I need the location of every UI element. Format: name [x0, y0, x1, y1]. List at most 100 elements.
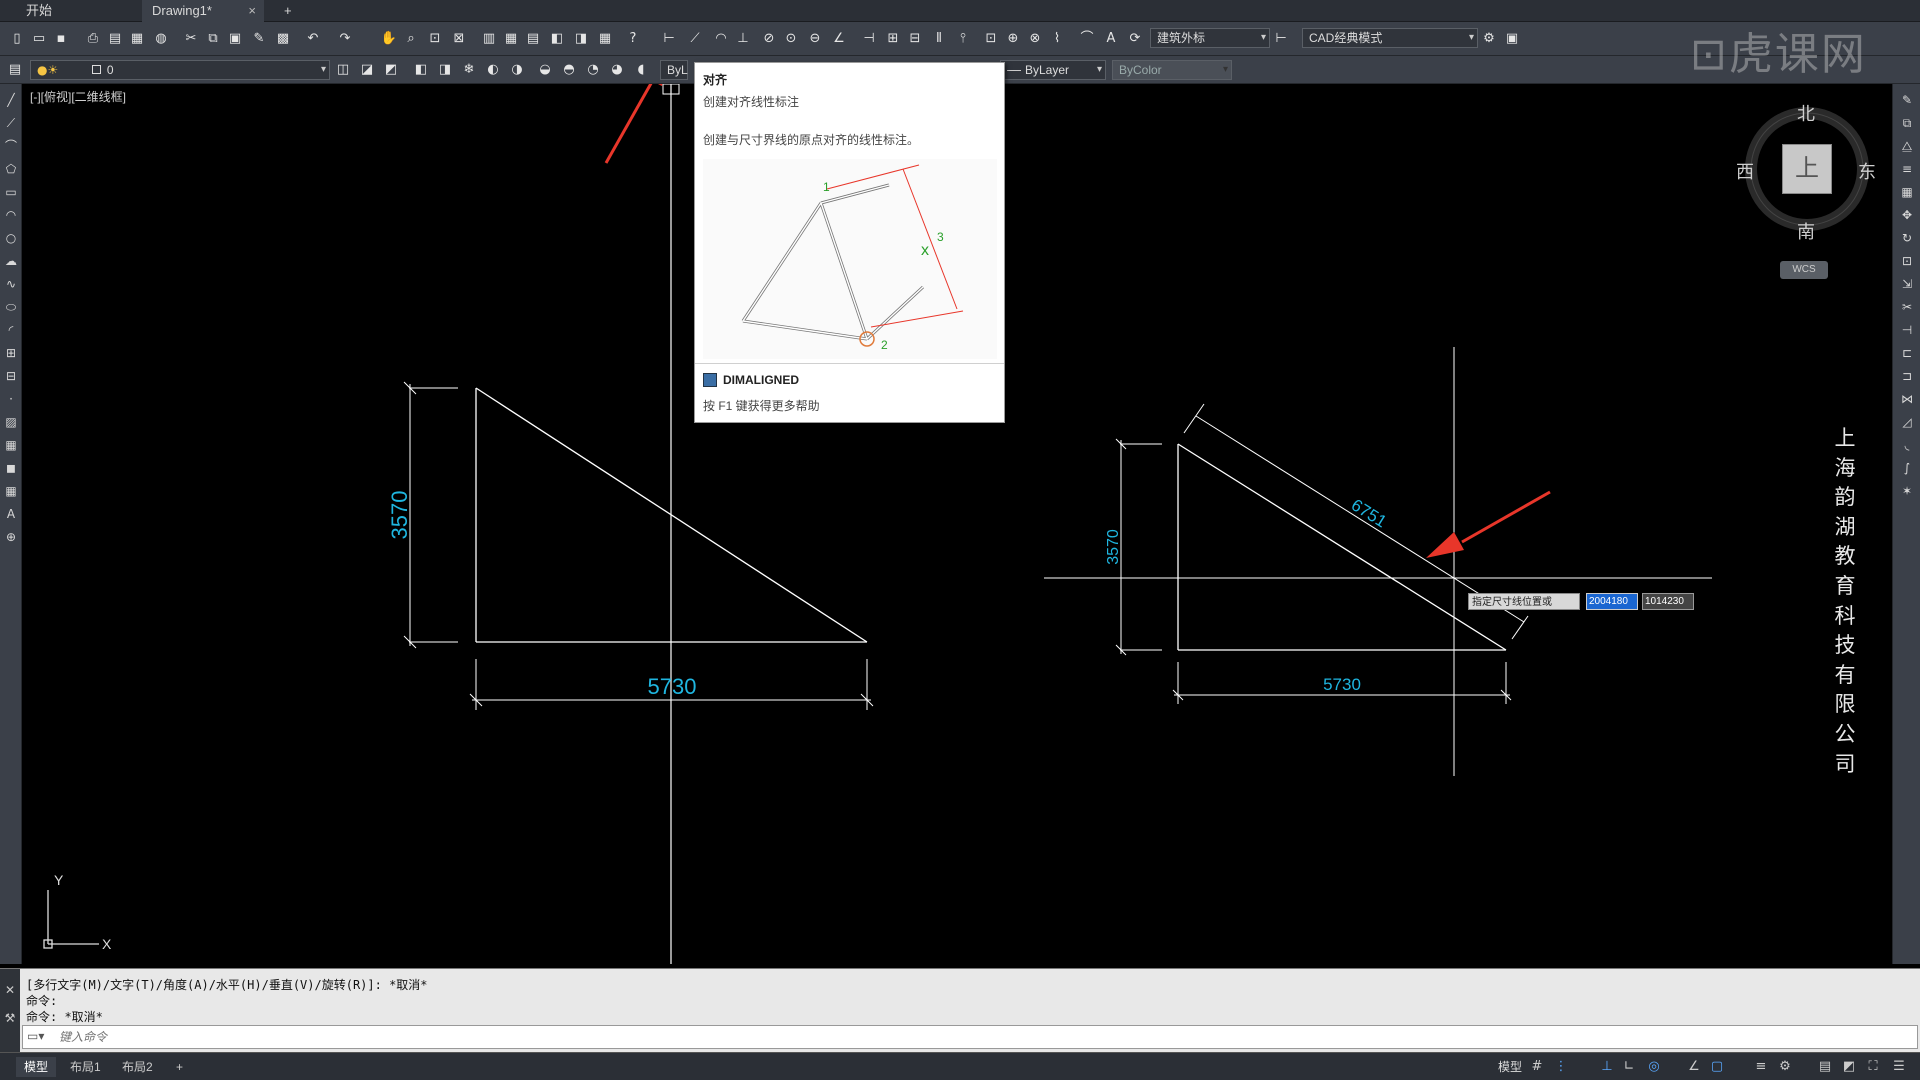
quick-dim-icon[interactable]: ⊣ — [860, 30, 878, 48]
color-combo[interactable]: ByL — [660, 60, 688, 80]
inspect-icon[interactable]: ⊗ — [1026, 30, 1044, 48]
insert-block-icon[interactable]: ⊞ — [3, 345, 19, 361]
zoom-previous-icon[interactable]: ⊠ — [450, 30, 468, 48]
ortho-icon[interactable]: ⊥ — [1598, 1058, 1616, 1076]
annotation-scale-icon[interactable]: ⚙ — [1776, 1058, 1794, 1076]
arc-icon[interactable]: ◠ — [3, 207, 19, 223]
dim-aligned-icon[interactable]: ⟋ — [686, 30, 704, 48]
new-file-icon[interactable]: ▯ — [8, 30, 26, 48]
lineweight-icon[interactable]: ≡ — [1752, 1058, 1770, 1076]
dim-ordinate-icon[interactable]: ⊥ — [734, 30, 752, 48]
dimstyle-combo[interactable]: 建筑外标 ▾ — [1150, 28, 1270, 48]
command-line[interactable]: ▭▾ — [22, 1025, 1918, 1049]
fullscreen-icon[interactable]: ▣ — [1503, 30, 1521, 48]
customize-icon[interactable]: ▤ — [1816, 1058, 1834, 1076]
gradient-icon[interactable]: ▦ — [3, 437, 19, 453]
properties-icon[interactable]: ▥ — [480, 30, 498, 48]
dim-space-icon[interactable]: ⫴ — [930, 30, 948, 48]
markup-icon[interactable]: ◨ — [572, 30, 590, 48]
command-window-handle[interactable]: ✕ ⚒ — [0, 969, 20, 1053]
isodraft-icon[interactable]: ◎ — [1645, 1058, 1663, 1076]
3d-print-icon[interactable]: ◍ — [152, 30, 170, 48]
revision-cloud-icon[interactable]: ☁ — [3, 253, 19, 269]
close-icon[interactable]: ✕ — [0, 983, 20, 997]
sheet-set-icon[interactable]: ◧ — [548, 30, 566, 48]
dim-arc-icon[interactable]: ◠ — [712, 30, 730, 48]
osnap-icon[interactable]: ∠ — [1685, 1058, 1703, 1076]
point-icon[interactable]: · — [3, 391, 19, 407]
mirror-icon[interactable]: ⧋ — [1899, 138, 1915, 154]
plot-preview-icon[interactable]: ▤ — [106, 30, 124, 48]
cut-icon[interactable]: ✂ — [182, 30, 200, 48]
layer-freeze-icon[interactable]: ❄ — [460, 61, 478, 79]
tab-drawing1[interactable]: Drawing1* × — [142, 0, 264, 22]
blend-icon[interactable]: ∫ — [1899, 460, 1915, 476]
dim-angular-icon[interactable]: ∠ — [830, 30, 848, 48]
layer-previous-icon[interactable]: ◪ — [358, 61, 376, 79]
polygon-icon[interactable]: ⬠ — [3, 161, 19, 177]
match-properties-icon[interactable]: ✎ — [250, 30, 268, 48]
dim-jogged-icon[interactable]: ⊙ — [782, 30, 800, 48]
layer-unisolate-icon[interactable]: ◨ — [436, 61, 454, 79]
ellipse-arc-icon[interactable]: ◜ — [3, 322, 19, 338]
dynamic-input-x[interactable]: 2004180 — [1586, 593, 1638, 610]
viewcube-top-face[interactable]: 上 — [1782, 144, 1832, 194]
tab-close-icon[interactable]: × — [248, 0, 256, 22]
make-current-icon[interactable]: ◫ — [334, 61, 352, 79]
tolerance-icon[interactable]: ⊡ — [982, 30, 1000, 48]
polar-icon[interactable]: ∟ — [1620, 1058, 1638, 1076]
break-icon[interactable]: ⊐ — [1899, 368, 1915, 384]
layer-match-icon[interactable]: ◒ — [536, 61, 554, 79]
gear-icon[interactable]: ⚙ — [1480, 30, 1498, 48]
paste-icon[interactable]: ▣ — [226, 30, 244, 48]
design-center-icon[interactable]: ▦ — [502, 30, 520, 48]
zoom-window-icon[interactable]: ⊡ — [426, 30, 444, 48]
viewcube[interactable]: 北 南 东 西 上 WCS — [1730, 100, 1880, 280]
dim-diameter-icon[interactable]: ⊖ — [806, 30, 824, 48]
3d-osnap-icon[interactable]: ▢ — [1708, 1058, 1726, 1076]
calculator-icon[interactable]: ▦ — [596, 30, 614, 48]
ellipse-icon[interactable]: ⬭ — [3, 299, 19, 315]
dimstyle-manager-icon[interactable]: ⊢ — [1272, 30, 1290, 48]
array-icon[interactable]: ▦ — [1899, 184, 1915, 200]
zoom-realtime-icon[interactable]: ⌕ — [402, 30, 420, 48]
dim-break-icon[interactable]: ⫯ — [954, 30, 972, 48]
explode-icon[interactable]: ✶ — [1899, 483, 1915, 499]
break-at-point-icon[interactable]: ⊏ — [1899, 345, 1915, 361]
layer-change-icon[interactable]: ◓ — [560, 61, 578, 79]
layout-tab-model[interactable]: 模型 — [16, 1057, 57, 1077]
layer-isolate-icon[interactable]: ◧ — [412, 61, 430, 79]
command-input[interactable] — [59, 1028, 1859, 1046]
viewcube-north[interactable]: 北 — [1797, 100, 1815, 126]
dim-edit-icon[interactable]: ⌒ — [1078, 30, 1096, 48]
extend-icon[interactable]: ⊣ — [1899, 322, 1915, 338]
undo-icon[interactable]: ↶ — [304, 30, 322, 48]
tab-start[interactable]: 开始 — [16, 0, 86, 22]
wcs-menu[interactable]: WCS — [1780, 261, 1828, 279]
layer-combo[interactable]: ●☀ 0 ▾ — [30, 60, 330, 80]
workspace-combo[interactable]: CAD经典模式 ▾ — [1302, 28, 1478, 48]
construction-line-icon[interactable]: ⟋ — [3, 115, 19, 131]
isolate-objects-icon[interactable]: ◩ — [1840, 1058, 1858, 1076]
dim-update-icon[interactable]: ⟳ — [1126, 30, 1144, 48]
hatch-icon[interactable]: ▨ — [3, 414, 19, 430]
save-icon[interactable]: ▪ — [52, 30, 70, 48]
command-prompt-icon[interactable]: ▭▾ — [27, 1029, 44, 1043]
erase-icon[interactable]: ✎ — [1899, 92, 1915, 108]
pan-icon[interactable]: ✋ — [380, 30, 398, 48]
add-layout-button[interactable]: + — [168, 1057, 191, 1077]
chamfer-icon[interactable]: ◿ — [1899, 414, 1915, 430]
linetype-combo[interactable]: ByLayer ▾ — [1000, 60, 1106, 80]
wrench-icon[interactable]: ⚒ — [0, 1011, 20, 1025]
block-editor-icon[interactable]: ▩ — [274, 30, 292, 48]
model-space-label[interactable]: 模型 — [1498, 1058, 1522, 1076]
tool-palettes-icon[interactable]: ▤ — [524, 30, 542, 48]
spline-icon[interactable]: ∿ — [3, 276, 19, 292]
center-mark-icon[interactable]: ⊕ — [1004, 30, 1022, 48]
copy-object-icon[interactable]: ⧉ — [1899, 115, 1915, 131]
move-icon[interactable]: ✥ — [1899, 207, 1915, 223]
trim-icon[interactable]: ✂ — [1899, 299, 1915, 315]
viewcube-south[interactable]: 南 — [1797, 218, 1815, 244]
dim-continue-icon[interactable]: ⊟ — [906, 30, 924, 48]
viewcube-east[interactable]: 东 — [1858, 158, 1876, 184]
